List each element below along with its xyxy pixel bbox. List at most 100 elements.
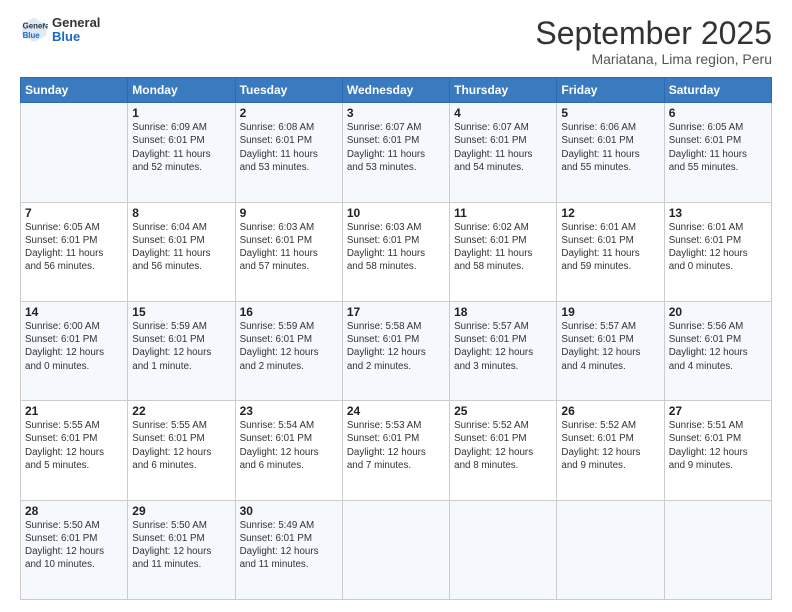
day-number: 20	[669, 305, 767, 319]
day-number: 18	[454, 305, 552, 319]
day-number: 22	[132, 404, 230, 418]
calendar-cell: 24Sunrise: 5:53 AMSunset: 6:01 PMDayligh…	[342, 401, 449, 500]
calendar-week-4: 21Sunrise: 5:55 AMSunset: 6:01 PMDayligh…	[21, 401, 772, 500]
calendar-cell: 26Sunrise: 5:52 AMSunset: 6:01 PMDayligh…	[557, 401, 664, 500]
day-info: Sunrise: 5:53 AMSunset: 6:01 PMDaylight:…	[347, 419, 445, 472]
day-number: 14	[25, 305, 123, 319]
day-info: Sunrise: 6:07 AMSunset: 6:01 PMDaylight:…	[454, 121, 552, 174]
logo: General Blue General Blue	[20, 16, 100, 45]
day-info: Sunrise: 6:03 AMSunset: 6:01 PMDaylight:…	[240, 221, 338, 274]
day-info: Sunrise: 5:58 AMSunset: 6:01 PMDaylight:…	[347, 320, 445, 373]
day-info: Sunrise: 6:04 AMSunset: 6:01 PMDaylight:…	[132, 221, 230, 274]
title-block: September 2025 Mariatana, Lima region, P…	[535, 16, 772, 67]
day-info: Sunrise: 5:49 AMSunset: 6:01 PMDaylight:…	[240, 519, 338, 572]
calendar-week-3: 14Sunrise: 6:00 AMSunset: 6:01 PMDayligh…	[21, 301, 772, 400]
calendar-cell: 23Sunrise: 5:54 AMSunset: 6:01 PMDayligh…	[235, 401, 342, 500]
day-info: Sunrise: 6:06 AMSunset: 6:01 PMDaylight:…	[561, 121, 659, 174]
day-number: 15	[132, 305, 230, 319]
calendar-cell	[342, 500, 449, 599]
day-number: 16	[240, 305, 338, 319]
day-info: Sunrise: 5:52 AMSunset: 6:01 PMDaylight:…	[454, 419, 552, 472]
calendar-week-2: 7Sunrise: 6:05 AMSunset: 6:01 PMDaylight…	[21, 202, 772, 301]
day-number: 19	[561, 305, 659, 319]
day-number: 26	[561, 404, 659, 418]
calendar-cell: 8Sunrise: 6:04 AMSunset: 6:01 PMDaylight…	[128, 202, 235, 301]
col-friday: Friday	[557, 78, 664, 103]
day-number: 28	[25, 504, 123, 518]
day-number: 25	[454, 404, 552, 418]
day-number: 29	[132, 504, 230, 518]
col-sunday: Sunday	[21, 78, 128, 103]
day-info: Sunrise: 6:02 AMSunset: 6:01 PMDaylight:…	[454, 221, 552, 274]
day-info: Sunrise: 5:50 AMSunset: 6:01 PMDaylight:…	[25, 519, 123, 572]
day-number: 9	[240, 206, 338, 220]
calendar-cell	[664, 500, 771, 599]
day-info: Sunrise: 6:01 AMSunset: 6:01 PMDaylight:…	[669, 221, 767, 274]
day-info: Sunrise: 5:57 AMSunset: 6:01 PMDaylight:…	[561, 320, 659, 373]
day-info: Sunrise: 6:07 AMSunset: 6:01 PMDaylight:…	[347, 121, 445, 174]
page: General Blue General Blue September 2025…	[0, 0, 792, 612]
day-number: 23	[240, 404, 338, 418]
calendar-cell: 18Sunrise: 5:57 AMSunset: 6:01 PMDayligh…	[450, 301, 557, 400]
day-number: 8	[132, 206, 230, 220]
day-number: 21	[25, 404, 123, 418]
day-info: Sunrise: 6:09 AMSunset: 6:01 PMDaylight:…	[132, 121, 230, 174]
calendar-cell: 12Sunrise: 6:01 AMSunset: 6:01 PMDayligh…	[557, 202, 664, 301]
day-number: 5	[561, 106, 659, 120]
calendar-subtitle: Mariatana, Lima region, Peru	[535, 51, 772, 67]
calendar-week-1: 1Sunrise: 6:09 AMSunset: 6:01 PMDaylight…	[21, 103, 772, 202]
logo-blue: Blue	[52, 30, 100, 44]
day-number: 7	[25, 206, 123, 220]
col-wednesday: Wednesday	[342, 78, 449, 103]
day-number: 13	[669, 206, 767, 220]
calendar-cell: 17Sunrise: 5:58 AMSunset: 6:01 PMDayligh…	[342, 301, 449, 400]
day-info: Sunrise: 5:55 AMSunset: 6:01 PMDaylight:…	[25, 419, 123, 472]
calendar-cell: 14Sunrise: 6:00 AMSunset: 6:01 PMDayligh…	[21, 301, 128, 400]
day-info: Sunrise: 5:59 AMSunset: 6:01 PMDaylight:…	[132, 320, 230, 373]
calendar-cell: 27Sunrise: 5:51 AMSunset: 6:01 PMDayligh…	[664, 401, 771, 500]
calendar-cell: 4Sunrise: 6:07 AMSunset: 6:01 PMDaylight…	[450, 103, 557, 202]
calendar-cell: 10Sunrise: 6:03 AMSunset: 6:01 PMDayligh…	[342, 202, 449, 301]
calendar-cell: 1Sunrise: 6:09 AMSunset: 6:01 PMDaylight…	[128, 103, 235, 202]
day-number: 12	[561, 206, 659, 220]
day-info: Sunrise: 6:05 AMSunset: 6:01 PMDaylight:…	[25, 221, 123, 274]
day-info: Sunrise: 6:08 AMSunset: 6:01 PMDaylight:…	[240, 121, 338, 174]
day-info: Sunrise: 5:51 AMSunset: 6:01 PMDaylight:…	[669, 419, 767, 472]
calendar-cell: 15Sunrise: 5:59 AMSunset: 6:01 PMDayligh…	[128, 301, 235, 400]
day-number: 1	[132, 106, 230, 120]
calendar-cell: 30Sunrise: 5:49 AMSunset: 6:01 PMDayligh…	[235, 500, 342, 599]
day-number: 6	[669, 106, 767, 120]
calendar-cell: 7Sunrise: 6:05 AMSunset: 6:01 PMDaylight…	[21, 202, 128, 301]
calendar-title: September 2025	[535, 16, 772, 51]
col-saturday: Saturday	[664, 78, 771, 103]
calendar-cell: 25Sunrise: 5:52 AMSunset: 6:01 PMDayligh…	[450, 401, 557, 500]
col-thursday: Thursday	[450, 78, 557, 103]
day-info: Sunrise: 5:52 AMSunset: 6:01 PMDaylight:…	[561, 419, 659, 472]
calendar-cell: 6Sunrise: 6:05 AMSunset: 6:01 PMDaylight…	[664, 103, 771, 202]
calendar-table: Sunday Monday Tuesday Wednesday Thursday…	[20, 77, 772, 600]
col-tuesday: Tuesday	[235, 78, 342, 103]
logo-general: General	[52, 16, 100, 30]
day-info: Sunrise: 5:50 AMSunset: 6:01 PMDaylight:…	[132, 519, 230, 572]
svg-text:General: General	[23, 22, 48, 31]
calendar-cell	[557, 500, 664, 599]
day-info: Sunrise: 5:56 AMSunset: 6:01 PMDaylight:…	[669, 320, 767, 373]
calendar-week-5: 28Sunrise: 5:50 AMSunset: 6:01 PMDayligh…	[21, 500, 772, 599]
calendar-cell: 2Sunrise: 6:08 AMSunset: 6:01 PMDaylight…	[235, 103, 342, 202]
day-number: 17	[347, 305, 445, 319]
day-info: Sunrise: 5:54 AMSunset: 6:01 PMDaylight:…	[240, 419, 338, 472]
day-number: 3	[347, 106, 445, 120]
calendar-cell: 29Sunrise: 5:50 AMSunset: 6:01 PMDayligh…	[128, 500, 235, 599]
svg-text:Blue: Blue	[23, 31, 41, 40]
calendar-header-row: Sunday Monday Tuesday Wednesday Thursday…	[21, 78, 772, 103]
calendar-cell: 3Sunrise: 6:07 AMSunset: 6:01 PMDaylight…	[342, 103, 449, 202]
calendar-cell: 16Sunrise: 5:59 AMSunset: 6:01 PMDayligh…	[235, 301, 342, 400]
logo-icon: General Blue	[20, 16, 48, 44]
day-info: Sunrise: 6:00 AMSunset: 6:01 PMDaylight:…	[25, 320, 123, 373]
calendar-cell: 21Sunrise: 5:55 AMSunset: 6:01 PMDayligh…	[21, 401, 128, 500]
header: General Blue General Blue September 2025…	[20, 16, 772, 67]
calendar-cell	[21, 103, 128, 202]
day-info: Sunrise: 5:59 AMSunset: 6:01 PMDaylight:…	[240, 320, 338, 373]
calendar-cell: 13Sunrise: 6:01 AMSunset: 6:01 PMDayligh…	[664, 202, 771, 301]
day-number: 2	[240, 106, 338, 120]
